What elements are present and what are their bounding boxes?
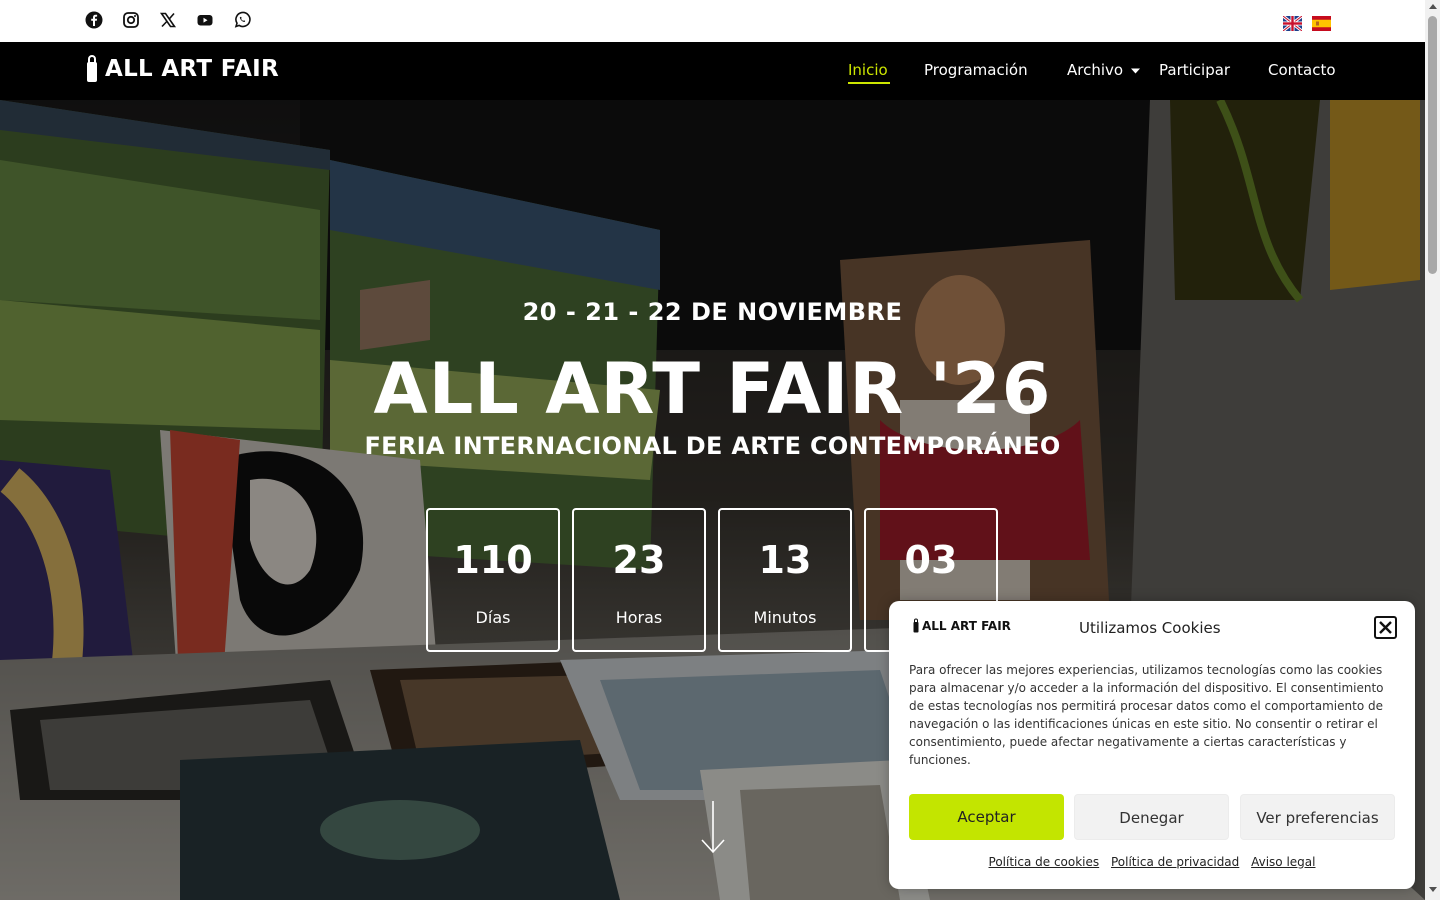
nav-item-inicio[interactable]: Inicio <box>848 61 888 79</box>
countdown-hours-label: Horas <box>615 608 663 627</box>
main-navbar: ALL ART FAIR Inicio Programación Archivo… <box>0 42 1425 100</box>
close-icon <box>1379 621 1392 634</box>
page-scrollbar[interactable] <box>1425 0 1440 900</box>
legal-notice-link[interactable]: Aviso legal <box>1251 855 1315 869</box>
cookie-policy-link[interactable]: Política de cookies <box>989 855 1100 869</box>
logo-mark-icon <box>87 55 97 82</box>
social-links <box>85 11 251 29</box>
countdown-hours: 23 Horas <box>572 508 706 652</box>
countdown-days-label: Días <box>475 608 511 627</box>
nav-item-programacion[interactable]: Programación <box>924 61 1028 79</box>
logo-text: ALL ART FAIR <box>105 56 280 82</box>
youtube-icon[interactable] <box>196 11 214 29</box>
nav-item-contacto[interactable]: Contacto <box>1268 61 1336 79</box>
x-icon[interactable] <box>159 11 177 29</box>
accept-button[interactable]: Aceptar <box>909 794 1064 840</box>
cookie-consent-dialog: ALL ART FAIR Utilizamos Cookies Para ofr… <box>889 601 1415 889</box>
countdown-days-value: 110 <box>453 538 533 582</box>
nav-item-participar[interactable]: Participar <box>1159 61 1230 79</box>
scroll-down-icon[interactable] <box>1429 887 1437 892</box>
hero-subtitle: FERIA INTERNACIONAL DE ARTE CONTEMPORÁNE… <box>364 432 1061 460</box>
cookie-title: Utilizamos Cookies <box>1079 619 1221 637</box>
countdown-seconds-value: 03 <box>904 538 958 582</box>
countdown-minutes-value: 13 <box>758 538 812 582</box>
chevron-down-icon[interactable] <box>1130 67 1141 75</box>
instagram-icon[interactable] <box>122 11 140 29</box>
active-nav-indicator <box>848 82 890 84</box>
cookie-description: Para ofrecer las mejores experiencias, u… <box>909 663 1384 767</box>
logo-mark-icon <box>913 618 919 633</box>
site-logo[interactable]: ALL ART FAIR <box>85 54 279 84</box>
event-dates: 20 - 21 - 22 DE NOVIEMBRE <box>522 298 903 326</box>
privacy-policy-link[interactable]: Política de privacidad <box>1111 855 1239 869</box>
scrollbar-thumb[interactable] <box>1428 16 1437 274</box>
countdown-minutes: 13 Minutos <box>718 508 852 652</box>
whatsapp-icon[interactable] <box>233 11 251 29</box>
cookie-policy-links: Política de cookies Política de privacid… <box>889 855 1415 869</box>
deny-button[interactable]: Denegar <box>1074 794 1229 840</box>
cookie-logo-text: ALL ART FAIR <box>922 618 1011 633</box>
countdown-days: 110 Días <box>426 508 560 652</box>
english-flag-icon[interactable] <box>1283 16 1302 31</box>
scroll-down-arrow-icon[interactable] <box>700 800 726 854</box>
language-switcher <box>1283 16 1331 31</box>
spanish-flag-icon[interactable] <box>1312 16 1331 31</box>
preferences-button[interactable]: Ver preferencias <box>1240 794 1395 840</box>
top-social-bar <box>0 0 1425 42</box>
close-button[interactable] <box>1374 616 1397 639</box>
hero-title: ALL ART FAIR '26 <box>373 348 1052 430</box>
nav-item-archivo[interactable]: Archivo <box>1067 61 1123 79</box>
countdown-minutes-label: Minutos <box>753 608 817 627</box>
cookie-logo: ALL ART FAIR <box>913 618 1011 633</box>
facebook-icon[interactable] <box>85 11 103 29</box>
scroll-up-icon[interactable] <box>1429 4 1437 9</box>
countdown-hours-value: 23 <box>612 538 666 582</box>
